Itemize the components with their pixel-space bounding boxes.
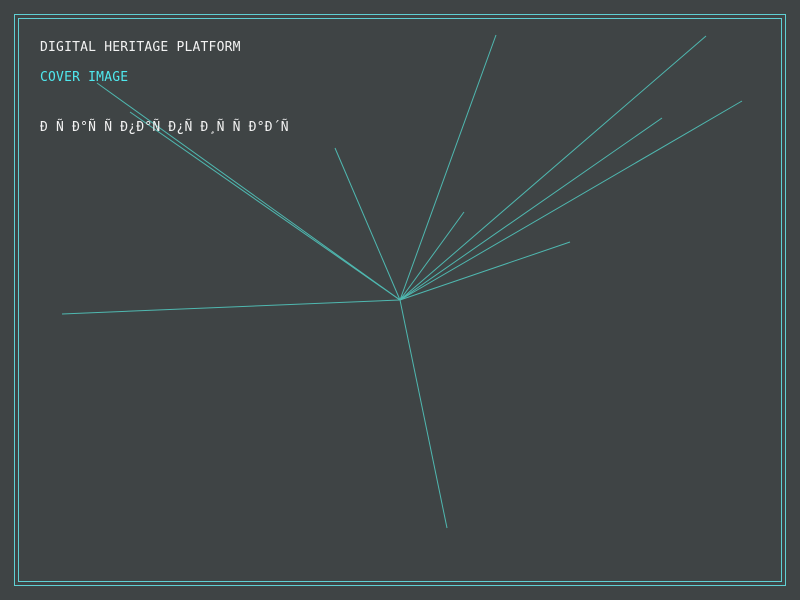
image-caption: Ð Ñ Ð°Ñ Ñ Ð¿Ð°Ñ Ð¿Ñ Ð¸Ñ Ñ Ð°Ð´Ñ xyxy=(40,120,289,135)
ray-line xyxy=(399,34,497,301)
ray-line xyxy=(399,35,707,301)
ray-line xyxy=(399,117,663,301)
ray-line xyxy=(399,211,465,301)
section-label: COVER IMAGE xyxy=(40,70,129,85)
platform-title: DIGITAL HERITAGE PLATFORM xyxy=(40,40,241,55)
cover-canvas: DIGITAL HERITAGE PLATFORM COVER IMAGE Ð … xyxy=(0,0,800,600)
ray-line xyxy=(96,82,401,301)
ray-line xyxy=(399,100,743,301)
radial-lines-graphic xyxy=(61,34,743,529)
ray-line xyxy=(399,299,448,529)
ray-line xyxy=(61,299,401,315)
